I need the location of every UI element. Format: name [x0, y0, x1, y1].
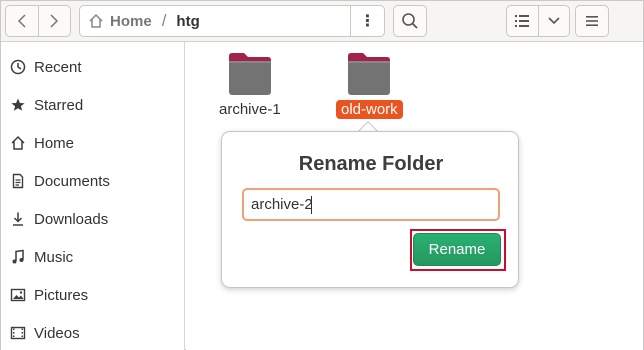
navigation-buttons: [5, 5, 71, 37]
folder-icon: [348, 53, 391, 95]
main-menu-button[interactable]: [575, 5, 609, 37]
search-icon: [402, 13, 418, 29]
sidebar-item-label: Pictures: [34, 286, 89, 304]
video-icon: [9, 324, 27, 342]
sidebar-item-label: Videos: [34, 324, 80, 342]
folder-old-work[interactable]: old-work: [336, 52, 403, 119]
folder-name: archive-1: [219, 101, 281, 118]
sidebar-item-documents[interactable]: Documents: [1, 162, 184, 200]
popover-title: Rename Folder: [298, 153, 444, 175]
download-icon: [9, 210, 27, 228]
star-icon: [9, 96, 27, 114]
path-bar: Home / htg ⋮: [79, 5, 385, 37]
rename-button[interactable]: Rename: [413, 233, 501, 266]
list-view-button[interactable]: [507, 6, 538, 36]
breadcrumb-separator: /: [161, 11, 167, 30]
sidebar-item-label: Downloads: [34, 210, 109, 228]
sidebar-item-music[interactable]: Music: [1, 238, 184, 276]
home-icon: [89, 13, 103, 28]
breadcrumb-home-label: Home: [110, 12, 152, 30]
view-options-button[interactable]: [537, 6, 569, 36]
chevron-down-icon: [548, 17, 560, 25]
document-icon: [9, 172, 27, 190]
sidebar-item-label: Music: [34, 248, 74, 266]
sidebar-item-videos[interactable]: Videos: [1, 314, 184, 350]
sidebar-item-label: Starred: [34, 96, 84, 114]
breadcrumb-current[interactable]: htg: [176, 13, 199, 30]
sidebar-item-recent[interactable]: Recent: [1, 48, 184, 86]
path-menu-button[interactable]: ⋮: [350, 6, 384, 36]
clock-icon: [9, 58, 27, 76]
rename-folder-popover: Rename Folder Rename: [221, 131, 519, 288]
search-button[interactable]: [393, 5, 427, 37]
sidebar-item-label: Home: [34, 134, 75, 152]
breadcrumb-home[interactable]: Home: [80, 6, 152, 36]
folder-name-input[interactable]: [242, 188, 500, 221]
view-toggle-group: [506, 5, 570, 37]
chevron-left-icon: [17, 14, 26, 28]
sidebar-item-label: Documents: [34, 172, 110, 190]
sidebar: Recent Starred Home Documents Downloads …: [1, 42, 185, 350]
home-icon: [9, 134, 27, 152]
header-bar: Home / htg ⋮: [1, 1, 643, 42]
sidebar-item-pictures[interactable]: Pictures: [1, 276, 184, 314]
picture-icon: [9, 286, 27, 304]
chevron-right-icon: [50, 14, 59, 28]
folder-icon: [228, 53, 271, 95]
sidebar-item-downloads[interactable]: Downloads: [1, 200, 184, 238]
list-view-icon: [515, 15, 530, 27]
folder-archive-1[interactable]: archive-1: [214, 52, 286, 119]
folder-name-selected: old-work: [336, 100, 403, 119]
back-button[interactable]: [6, 6, 38, 36]
sidebar-item-home[interactable]: Home: [1, 124, 184, 162]
vertical-dots-icon: ⋮: [359, 13, 376, 30]
forward-button[interactable]: [37, 6, 70, 36]
sidebar-item-label: Recent: [34, 58, 82, 76]
text-cursor: [311, 196, 312, 214]
file-manager-window: Home / htg ⋮ Recent Starred Home Documen…: [0, 0, 644, 350]
music-note-icon: [9, 248, 27, 266]
sidebar-item-starred[interactable]: Starred: [1, 86, 184, 124]
hamburger-menu-icon: [586, 16, 598, 26]
